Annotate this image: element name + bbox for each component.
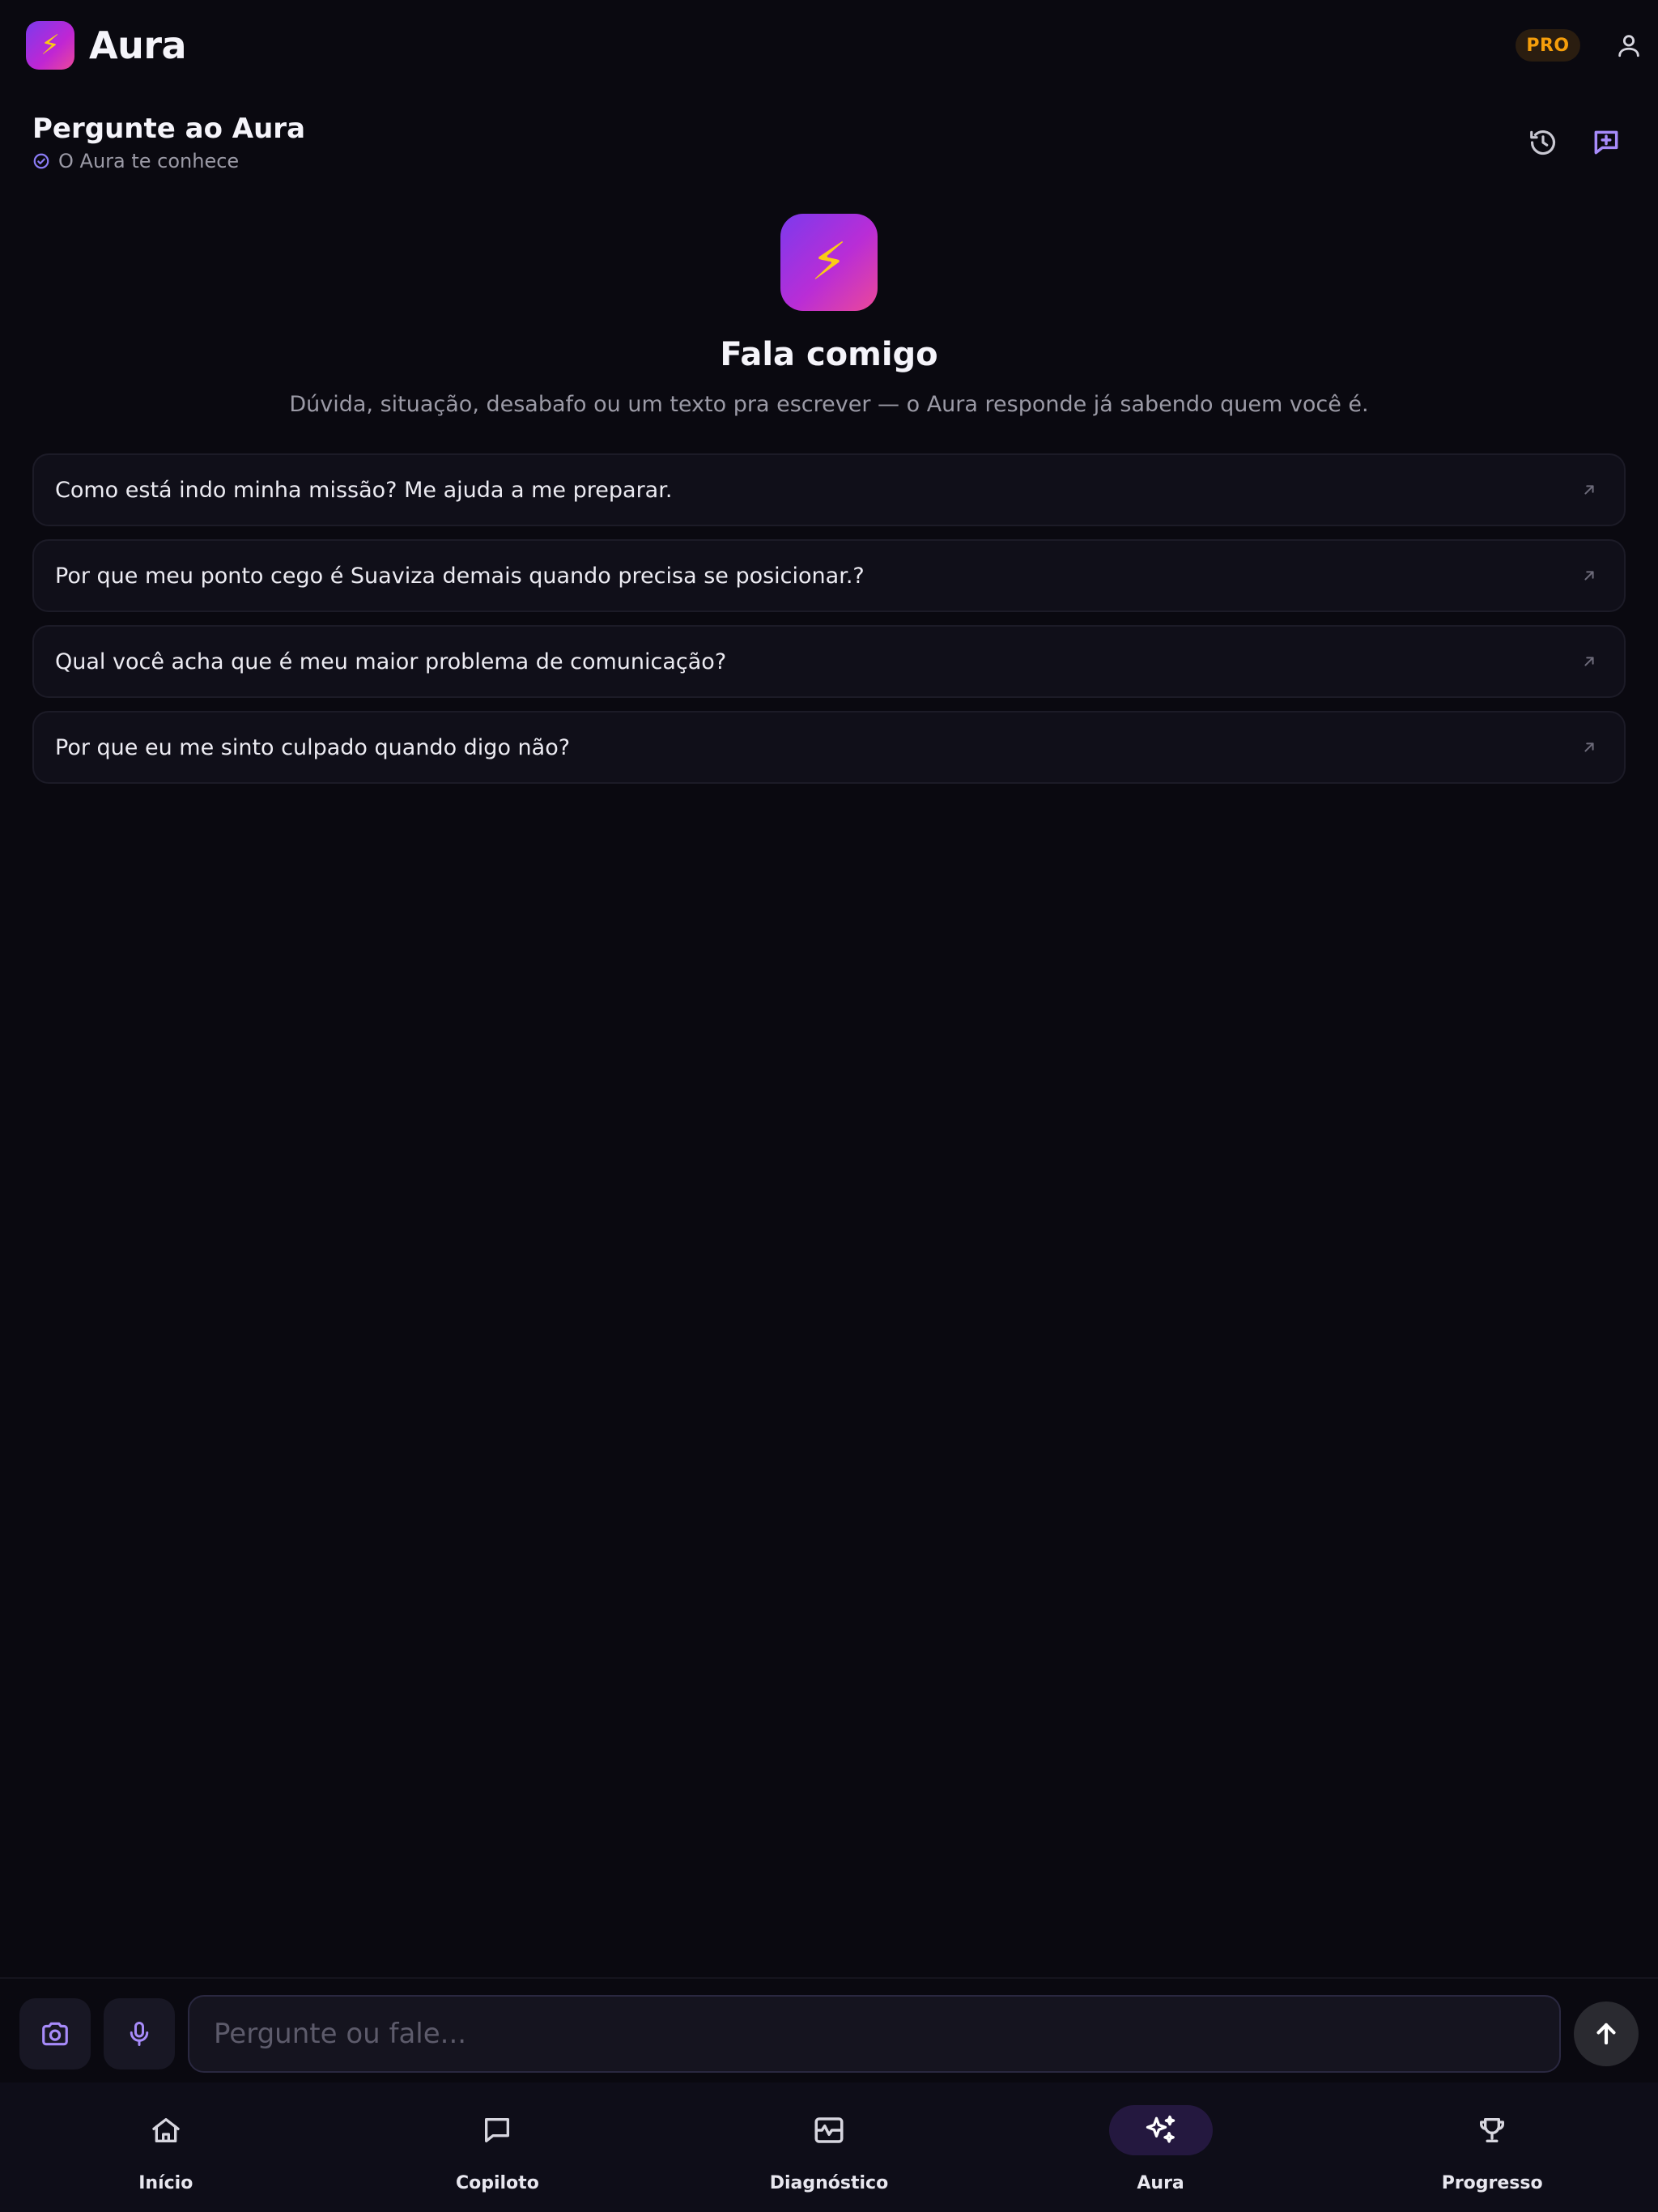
profile-button[interactable] [1609, 26, 1648, 65]
new-chat-button[interactable] [1585, 121, 1627, 164]
nav-item-aura[interactable]: Aura [995, 2082, 1327, 2212]
chat-bubble-icon [485, 2118, 510, 2142]
microphone-button[interactable] [104, 1998, 175, 2069]
trophy-icon [1480, 2118, 1505, 2142]
arrow-up-right-icon [1579, 565, 1600, 586]
arrow-up-right-icon [1579, 651, 1600, 672]
nav-item-inicio[interactable]: Início [0, 2082, 332, 2212]
app-header: ⚡ Aura PRO [0, 0, 1658, 91]
suggestion-text: Qual você acha que é meu maior problema … [55, 649, 727, 674]
nav-label: Progresso [1441, 2173, 1543, 2193]
pulse-icon [814, 2117, 844, 2143]
chat-subtitle: O Aura te conhece [32, 149, 239, 173]
user-icon [1618, 35, 1639, 57]
app-screen: ⚡ Aura PRO Pergunte ao Aura O Aura te co… [0, 0, 1658, 2212]
bottom-navigation: Início Copiloto Diagnóstico Aura Progres… [0, 2082, 1658, 2212]
nav-label: Diagnóstico [769, 2173, 889, 2193]
pro-badge[interactable]: PRO [1516, 29, 1580, 62]
hero-title: Fala comigo [720, 336, 938, 373]
nav-icon-container [1440, 2105, 1544, 2155]
nav-label: Início [138, 2173, 193, 2193]
suggestion-item[interactable]: Como está indo minha missão? Me ajuda a … [32, 453, 1626, 526]
home-icon [152, 2118, 180, 2142]
suggestion-item[interactable]: Qual você acha que é meu maior problema … [32, 625, 1626, 698]
message-input[interactable] [188, 1995, 1561, 2073]
add-chat-icon [1594, 130, 1618, 155]
suggestion-item[interactable]: Por que eu me sinto culpado quando digo … [32, 711, 1626, 784]
arrow-up-right-icon [1579, 737, 1600, 758]
message-composer [0, 1977, 1658, 2082]
nav-item-progresso[interactable]: Progresso [1326, 2082, 1658, 2212]
nav-icon-container [777, 2105, 881, 2155]
check-circle-icon [33, 153, 49, 169]
suggestion-item[interactable]: Por que meu ponto cego é Suaviza demais … [32, 539, 1626, 612]
suggestion-text: Como está indo minha missão? Me ajuda a … [55, 477, 673, 503]
suggestion-list: Como está indo minha missão? Me ajuda a … [32, 453, 1626, 797]
suggestion-text: Por que eu me sinto culpado quando digo … [55, 734, 571, 760]
app-title: Aura [89, 23, 187, 67]
camera-icon [42, 2022, 68, 2046]
bolt-icon: ⚡ [40, 29, 60, 62]
sparkles-icon [1146, 2115, 1175, 2143]
nav-icon-container [114, 2105, 218, 2155]
history-button[interactable] [1522, 121, 1564, 164]
camera-button[interactable] [19, 1998, 91, 2069]
nav-item-diagnostico[interactable]: Diagnóstico [663, 2082, 995, 2212]
history-icon [1530, 130, 1556, 155]
suggestion-text: Por que meu ponto cego é Suaviza demais … [55, 563, 865, 589]
arrow-up-icon [1596, 2023, 1616, 2045]
app-logo: ⚡ [26, 21, 74, 70]
send-button[interactable] [1574, 2001, 1639, 2066]
nav-icon-container [1108, 2105, 1213, 2155]
chat-subtitle-text: O Aura te conhece [58, 150, 240, 172]
nav-icon-container [445, 2105, 549, 2155]
chat-title: Pergunte ao Aura [32, 113, 306, 145]
microphone-icon [130, 2022, 149, 2046]
arrow-up-right-icon [1579, 479, 1600, 500]
nav-label: Aura [1137, 2173, 1184, 2193]
bolt-icon: ⚡ [810, 232, 848, 292]
hero-subtitle: Dúvida, situação, desabafo ou um texto p… [289, 392, 1369, 417]
nav-label: Copiloto [455, 2173, 539, 2193]
hero-logo: ⚡ [780, 214, 878, 311]
nav-item-copiloto[interactable]: Copiloto [332, 2082, 664, 2212]
